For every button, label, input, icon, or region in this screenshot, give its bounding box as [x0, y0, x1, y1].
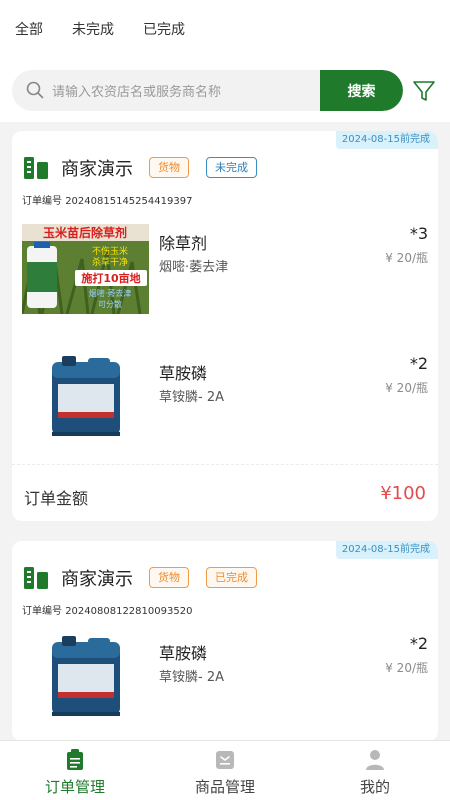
jerrycan-product-image [52, 356, 120, 436]
nav-product-management[interactable]: 商品管理 [150, 741, 300, 800]
type-tag: 货物 [149, 157, 189, 178]
type-tag: 货物 [149, 567, 189, 588]
item-quantity: *3 [409, 224, 428, 243]
jerrycan-product-image [52, 636, 120, 716]
top-bar: 全部 未完成 已完成 请输入农资店名或服务商名称 搜索 [0, 0, 450, 122]
svg-text:杀草干净: 杀草干净 [92, 256, 128, 268]
tab-all[interactable]: 全部 [15, 19, 43, 39]
item-price: ¥ 20/瓶 [385, 251, 428, 265]
item-name: 除草剂 [159, 234, 208, 253]
search-icon [26, 81, 44, 99]
order-item[interactable]: 草胺磷 草铵膦- 2A *2 ¥ 20/瓶 [12, 634, 438, 734]
bottom-nav: 订单管理 商品管理 我的 [0, 740, 450, 800]
svg-text:可分散: 可分散 [98, 299, 122, 309]
due-badge: 2024-08-15前完成 [335, 131, 438, 149]
divider [12, 464, 438, 465]
item-quantity: *2 [409, 634, 428, 653]
nav-label: 订单管理 [44, 778, 105, 796]
order-number: 订单编号 20240808122810093520 [22, 602, 192, 617]
herbicide-product-image: 玉米苗后除草剂 不伤玉米 杀草干净 施打10亩地 烟嘧·莠去津 可分散 [22, 224, 149, 314]
order-number-label: 订单编号 [22, 606, 62, 617]
item-name: 草胺磷 [159, 644, 208, 663]
order-number: 订单编号 20240815145254419397 [22, 192, 192, 207]
order-total-value: ¥100 [380, 483, 426, 504]
shop-name: 商家演示 [61, 569, 133, 590]
tab-completed[interactable]: 已完成 [143, 19, 185, 39]
item-spec: 草铵膦- 2A [159, 670, 224, 685]
svg-text:烟嘧·莠去津: 烟嘧·莠去津 [89, 288, 132, 298]
status-tag: 已完成 [206, 567, 257, 588]
order-total-label: 订单金额 [24, 489, 89, 508]
shop-name: 商家演示 [61, 159, 133, 180]
order-card[interactable]: 2024-08-15前完成 商家演示 货物 未完成 订单编号 202408151… [12, 131, 438, 521]
person-icon [366, 750, 384, 770]
tab-incomplete[interactable]: 未完成 [72, 19, 114, 39]
image-title: 玉米苗后除草剂 [43, 225, 127, 240]
filter-tabs: 全部 未完成 已完成 [15, 19, 214, 39]
nav-label: 我的 [359, 778, 390, 796]
item-price: ¥ 20/瓶 [385, 661, 428, 675]
nav-label: 商品管理 [194, 778, 255, 796]
item-name: 草胺磷 [159, 364, 208, 383]
item-spec: 草铵膦- 2A [159, 390, 224, 405]
svg-text:施打10亩地: 施打10亩地 [81, 271, 140, 285]
filter-icon[interactable] [412, 79, 436, 103]
order-number-label: 订单编号 [22, 196, 62, 207]
clipboard-icon [67, 749, 83, 770]
order-number-value: 20240808122810093520 [65, 606, 193, 617]
search-bar: 请输入农资店名或服务商名称 搜索 [12, 70, 403, 111]
box-icon [216, 751, 234, 769]
due-badge: 2024-08-15前完成 [335, 541, 438, 559]
store-icon [24, 567, 48, 589]
svg-text:不伤玉米: 不伤玉米 [92, 245, 128, 257]
order-card[interactable]: 2024-08-15前完成 商家演示 货物 已完成 订单编号 202408081… [12, 541, 438, 741]
item-spec: 烟嘧·萎去津 [159, 260, 229, 275]
order-number-value: 20240815145254419397 [65, 196, 193, 207]
order-item[interactable]: 玉米苗后除草剂 不伤玉米 杀草干净 施打10亩地 烟嘧·莠去津 可分散 除草剂 … [12, 224, 438, 324]
status-tag: 未完成 [206, 157, 257, 178]
order-item[interactable]: 草胺磷 草铵膦- 2A *2 ¥ 20/瓶 [12, 354, 438, 454]
nav-me[interactable]: 我的 [300, 741, 450, 800]
search-button[interactable]: 搜索 [320, 70, 403, 111]
search-input[interactable]: 请输入农资店名或服务商名称 [52, 81, 221, 100]
item-price: ¥ 20/瓶 [385, 381, 428, 395]
item-quantity: *2 [409, 354, 428, 373]
nav-order-management[interactable]: 订单管理 [0, 741, 150, 800]
store-icon [24, 157, 48, 179]
